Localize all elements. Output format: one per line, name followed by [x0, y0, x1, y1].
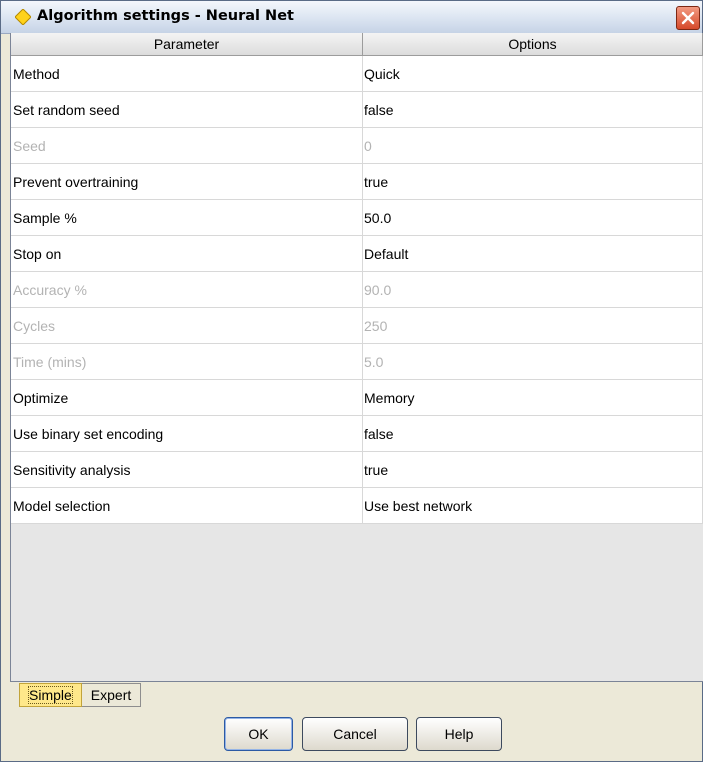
table-row: Time (mins) 5.0: [11, 343, 703, 380]
table-row: Accuracy % 90.0: [11, 271, 703, 308]
parameter-cell: Stop on: [11, 235, 363, 272]
dialog-window: Algorithm settings - Neural Net Paramete…: [0, 0, 703, 762]
column-header-options[interactable]: Options: [362, 33, 703, 56]
table-row[interactable]: Stop on Default: [11, 235, 703, 272]
settings-table: Parameter Options Method Quick Set random …: [11, 33, 703, 524]
option-cell[interactable]: true: [362, 163, 703, 200]
option-cell: 250: [362, 307, 703, 344]
button-bar: OK Cancel Help: [1, 717, 702, 753]
column-header-parameter[interactable]: Parameter: [11, 33, 363, 56]
parameter-cell: Method: [11, 55, 363, 92]
parameter-cell: Use binary set encoding: [11, 415, 363, 452]
help-button[interactable]: Help: [416, 717, 502, 751]
table-row[interactable]: Sensitivity analysis true: [11, 451, 703, 488]
table-row[interactable]: Optimize Memory: [11, 379, 703, 416]
option-cell[interactable]: true: [362, 451, 703, 488]
diamond-icon: [15, 9, 31, 25]
parameter-cell: Set random seed: [11, 91, 363, 128]
ok-button[interactable]: OK: [224, 717, 293, 751]
table-row[interactable]: Sample % 50.0: [11, 199, 703, 236]
parameter-cell: Time (mins): [11, 343, 363, 380]
table-row[interactable]: Prevent overtraining true: [11, 163, 703, 200]
table-row[interactable]: Model selection Use best network: [11, 487, 703, 524]
table-row[interactable]: Set random seed false: [11, 91, 703, 128]
option-cell: 0: [362, 127, 703, 164]
option-cell[interactable]: false: [362, 415, 703, 452]
parameter-cell: Prevent overtraining: [11, 163, 363, 200]
table-row: Cycles 250: [11, 307, 703, 344]
tab-expert[interactable]: Expert: [81, 683, 142, 707]
parameter-cell: Sample %: [11, 199, 363, 236]
option-cell: 90.0: [362, 271, 703, 308]
mode-tabs: Simple Expert: [19, 683, 142, 707]
parameter-cell: Seed: [11, 127, 363, 164]
option-cell: 5.0: [362, 343, 703, 380]
parameter-cell: Accuracy %: [11, 271, 363, 308]
parameter-cell: Model selection: [11, 487, 363, 524]
parameter-cell: Sensitivity analysis: [11, 451, 363, 488]
table-body: Method Quick Set random seed false Seed 0 Prev…: [11, 55, 703, 524]
table-row[interactable]: Use binary set encoding false: [11, 415, 703, 452]
tab-expert-label: Expert: [90, 687, 132, 703]
option-cell[interactable]: Use best network: [362, 487, 703, 524]
cancel-button[interactable]: Cancel: [302, 717, 408, 751]
table-row[interactable]: Method Quick: [11, 55, 703, 92]
settings-panel: Parameter Options Method Quick Set random …: [10, 33, 703, 682]
parameter-cell: Optimize: [11, 379, 363, 416]
tab-simple-label: Simple: [28, 686, 73, 704]
window-title: Algorithm settings - Neural Net: [37, 8, 294, 24]
option-cell[interactable]: false: [362, 91, 703, 128]
option-cell[interactable]: 50.0: [362, 199, 703, 236]
parameter-cell: Cycles: [11, 307, 363, 344]
option-cell[interactable]: Default: [362, 235, 703, 272]
option-cell[interactable]: Quick: [362, 55, 703, 92]
table-row: Seed 0: [11, 127, 703, 164]
close-icon: [681, 11, 695, 25]
title-bar[interactable]: Algorithm settings - Neural Net: [1, 1, 702, 34]
close-button[interactable]: [676, 6, 700, 30]
option-cell[interactable]: Memory: [362, 379, 703, 416]
tab-simple[interactable]: Simple: [19, 683, 82, 707]
